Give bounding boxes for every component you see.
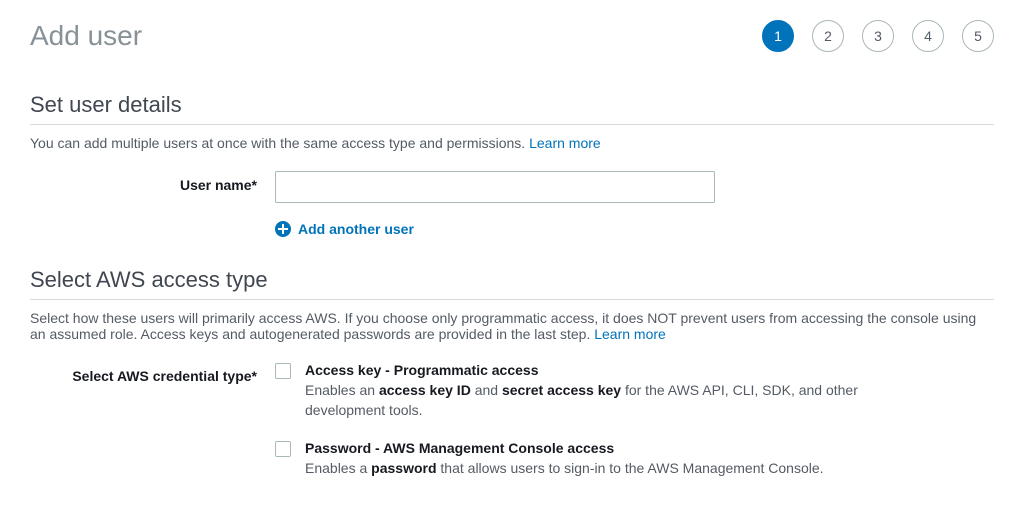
access-type-subtitle: Select how these users will primarily ac… [30, 310, 994, 342]
username-label: User name* [30, 171, 275, 193]
access-type-title: Select AWS access type [30, 267, 994, 300]
access-key-desc-b2: secret access key [502, 382, 621, 398]
credential-type-label: Select AWS credential type* [30, 362, 275, 384]
set-user-details-section: Set user details You can add multiple us… [30, 92, 994, 237]
wizard-stepper: 1 2 3 4 5 [762, 20, 994, 52]
password-checkbox[interactable] [275, 441, 291, 457]
learn-more-link-user-details[interactable]: Learn more [529, 135, 601, 151]
learn-more-link-access-type[interactable]: Learn more [594, 326, 666, 342]
step-3[interactable]: 3 [862, 20, 894, 52]
access-key-option-desc: Enables an access key ID and secret acce… [305, 381, 865, 420]
step-2[interactable]: 2 [812, 20, 844, 52]
add-another-user-button[interactable]: Add another user [275, 221, 414, 237]
user-details-subtitle: You can add multiple users at once with … [30, 135, 994, 151]
user-details-title: Set user details [30, 92, 994, 125]
plus-circle-icon [275, 221, 291, 237]
password-option-desc: Enables a password that allows users to … [305, 459, 824, 479]
username-input[interactable] [275, 171, 715, 203]
page-title: Add user [30, 20, 142, 52]
step-4[interactable]: 4 [912, 20, 944, 52]
password-desc-prefix: Enables a [305, 460, 371, 476]
password-desc-b1: password [371, 460, 436, 476]
access-key-desc-prefix: Enables an [305, 382, 379, 398]
step-5[interactable]: 5 [962, 20, 994, 52]
password-option-title: Password - AWS Management Console access [305, 440, 824, 456]
access-key-desc-b1: access key ID [379, 382, 471, 398]
select-access-type-section: Select AWS access type Select how these … [30, 267, 994, 479]
access-type-subtitle-text: Select how these users will primarily ac… [30, 310, 976, 342]
add-another-user-label: Add another user [298, 221, 414, 237]
user-details-subtitle-text: You can add multiple users at once with … [30, 135, 529, 151]
access-key-desc-mid: and [471, 382, 502, 398]
access-key-checkbox[interactable] [275, 363, 291, 379]
password-desc-suffix: that allows users to sign-in to the AWS … [437, 460, 824, 476]
step-1[interactable]: 1 [762, 20, 794, 52]
access-key-option-title: Access key - Programmatic access [305, 362, 865, 378]
